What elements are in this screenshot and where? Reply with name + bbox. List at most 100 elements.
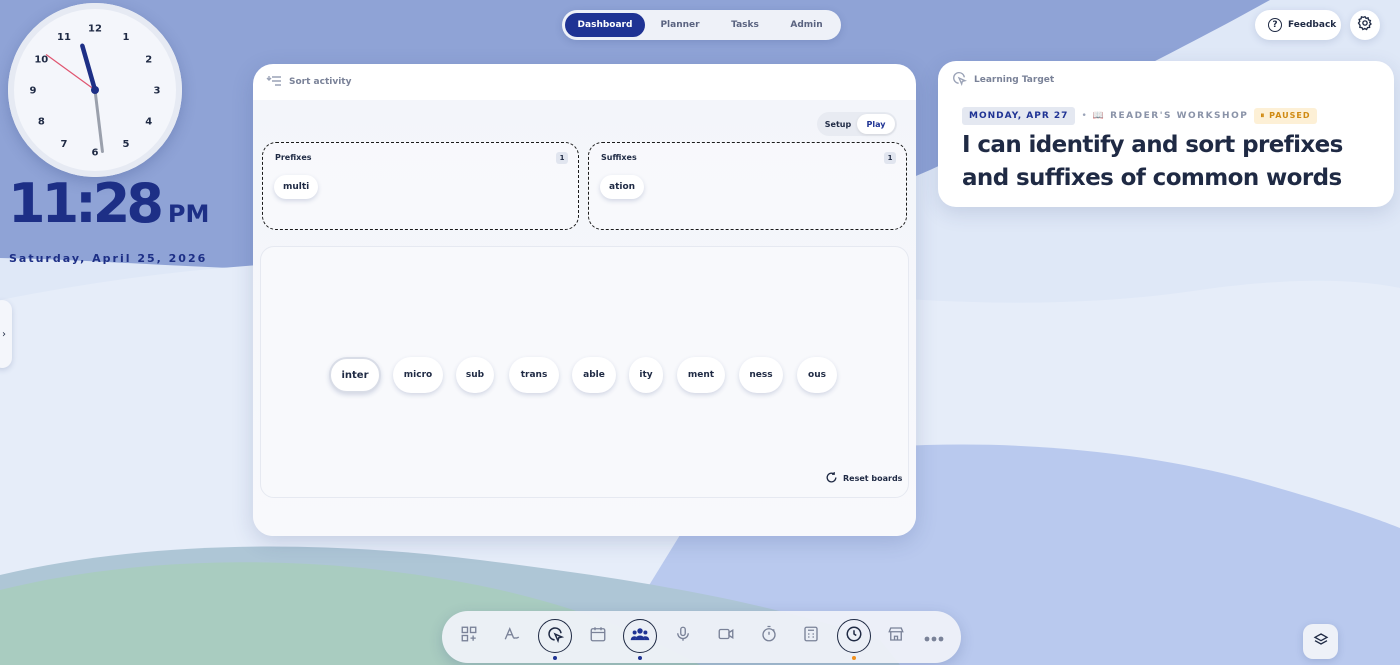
dock-video-button[interactable] — [709, 619, 743, 653]
word-chip-ous[interactable]: ous — [797, 357, 837, 393]
reset-label: Reset boards — [843, 474, 903, 483]
clock-numeral: 4 — [145, 117, 152, 128]
word-chip-ment[interactable]: ment — [677, 357, 725, 393]
clock-numeral: 11 — [57, 32, 71, 43]
clock-numeral: 10 — [34, 55, 48, 66]
dock-widgets-button[interactable] — [452, 619, 486, 653]
store-icon — [887, 625, 905, 647]
dock-calendar-button[interactable] — [581, 619, 615, 653]
minute-hand — [93, 88, 104, 154]
tab-dashboard[interactable]: Dashboard — [565, 13, 645, 37]
clock-numeral: 6 — [92, 148, 99, 159]
video-camera-icon — [717, 625, 735, 647]
word-chip-able[interactable]: able — [572, 357, 616, 393]
mode-toggle: Setup Play — [817, 112, 897, 136]
tab-tasks[interactable]: Tasks — [715, 13, 775, 37]
workshop-label: 📖 READER'S WORKSHOP — [1092, 111, 1249, 121]
dock-more-button[interactable] — [917, 619, 951, 653]
word-chip-ness[interactable]: ness — [739, 357, 783, 393]
target-date-badge: MONDAY, APR 27 — [962, 107, 1076, 125]
tab-admin[interactable]: Admin — [775, 13, 838, 37]
digital-ampm: PM — [167, 200, 210, 228]
calendar-icon — [589, 625, 607, 647]
mode-setup-button[interactable]: Setup — [819, 114, 857, 134]
settings-button[interactable] — [1350, 10, 1380, 40]
dock-microphone-button[interactable] — [666, 619, 700, 653]
refresh-icon — [825, 471, 838, 486]
learning-target-label: Learning Target — [974, 74, 1055, 85]
people-icon — [630, 625, 650, 647]
dock-cursor-target-button[interactable] — [538, 619, 572, 653]
learning-target-header: Learning Target — [951, 70, 1054, 89]
side-drawer-handle[interactable]: › — [0, 300, 12, 368]
stopwatch-icon — [760, 625, 778, 647]
word-chip-trans[interactable]: trans — [509, 357, 559, 393]
clock-icon — [845, 625, 863, 647]
clock-numeral: 8 — [38, 117, 45, 128]
handwriting-icon — [503, 625, 521, 647]
dock-people-button[interactable] — [623, 619, 657, 653]
dock-handwriting-button[interactable] — [495, 619, 529, 653]
target-cursor-icon — [951, 70, 968, 89]
active-indicator-dot — [553, 656, 557, 660]
meta-separator: • — [1081, 111, 1087, 121]
mode-play-button[interactable]: Play — [857, 114, 895, 134]
widgets-add-icon — [460, 625, 478, 647]
word-chip[interactable]: ation — [600, 175, 645, 199]
clock-numeral: 7 — [61, 139, 68, 150]
layers-button[interactable] — [1303, 624, 1338, 659]
clock-numeral: 2 — [145, 55, 152, 66]
top-nav: Dashboard Planner Tasks Admin — [562, 10, 841, 40]
paused-status-badge: ⏸ PAUSED — [1254, 108, 1317, 124]
clock-numeral: 12 — [88, 24, 102, 35]
active-indicator-dot — [638, 656, 642, 660]
sort-activity-card: Sort activity Setup Play Prefixes 1 mult… — [253, 64, 916, 536]
card-header: Sort activity — [253, 64, 916, 100]
clock-numeral: 1 — [123, 32, 130, 43]
date-text: Saturday, April 25, 2026 — [9, 252, 208, 265]
cursor-target-icon — [546, 625, 565, 647]
dock-calculator-button[interactable] — [794, 619, 828, 653]
clock-numeral: 9 — [30, 86, 37, 97]
prefixes-dropzone[interactable]: Prefixes 1 multi — [262, 142, 579, 230]
card-body: Setup Play Prefixes 1 multi Suffixes 1 a… — [253, 100, 916, 536]
word-chip-micro[interactable]: micro — [393, 357, 443, 393]
reset-boards-button[interactable]: Reset boards — [825, 471, 902, 486]
learning-target-card: Learning Target MONDAY, APR 27 • 📖 READE… — [938, 61, 1394, 207]
dropzone-title: Prefixes — [275, 153, 312, 162]
calculator-icon — [802, 625, 820, 647]
word-chip-ity[interactable]: ity — [629, 357, 663, 393]
clock-numeral: 3 — [154, 86, 161, 97]
analog-clock: 12 1 2 3 4 5 6 7 8 9 10 11 — [8, 3, 182, 177]
word-chip-inter[interactable]: inter — [329, 357, 381, 393]
question-circle-icon: ? — [1268, 18, 1282, 32]
bottom-dock — [442, 611, 961, 663]
word-pool: inter micro sub trans able ity ment ness… — [260, 246, 909, 498]
dropzone-count: 1 — [884, 152, 896, 164]
clock-center-pin — [91, 86, 99, 94]
learning-target-meta: MONDAY, APR 27 • 📖 READER'S WORKSHOP ⏸ P… — [962, 107, 1317, 125]
hour-hand — [80, 43, 98, 93]
layers-icon — [1313, 632, 1329, 652]
more-icon — [924, 627, 944, 646]
dock-stopwatch-button[interactable] — [752, 619, 786, 653]
dropzone-count: 1 — [556, 152, 568, 164]
digital-clock: 11:28 PM — [8, 172, 209, 236]
active-indicator-dot — [852, 656, 856, 660]
microphone-icon — [674, 625, 692, 647]
learning-target-statement: I can identify and sort prefixes and suf… — [962, 132, 1343, 191]
dropzone-title: Suffixes — [601, 153, 637, 162]
card-title: Sort activity — [289, 77, 352, 87]
word-chip-sub[interactable]: sub — [456, 357, 494, 393]
chevron-right-icon: › — [2, 328, 6, 340]
word-chip[interactable]: multi — [274, 175, 319, 199]
feedback-button[interactable]: ? Feedback — [1255, 10, 1341, 40]
clock-numeral: 5 — [123, 139, 130, 150]
tab-planner[interactable]: Planner — [645, 13, 715, 37]
suffixes-dropzone[interactable]: Suffixes 1 ation — [588, 142, 907, 230]
sort-list-icon — [266, 75, 282, 90]
feedback-label: Feedback — [1288, 20, 1337, 30]
dock-clock-button[interactable] — [837, 619, 871, 653]
gear-icon — [1357, 15, 1373, 35]
dock-store-button[interactable] — [879, 619, 913, 653]
